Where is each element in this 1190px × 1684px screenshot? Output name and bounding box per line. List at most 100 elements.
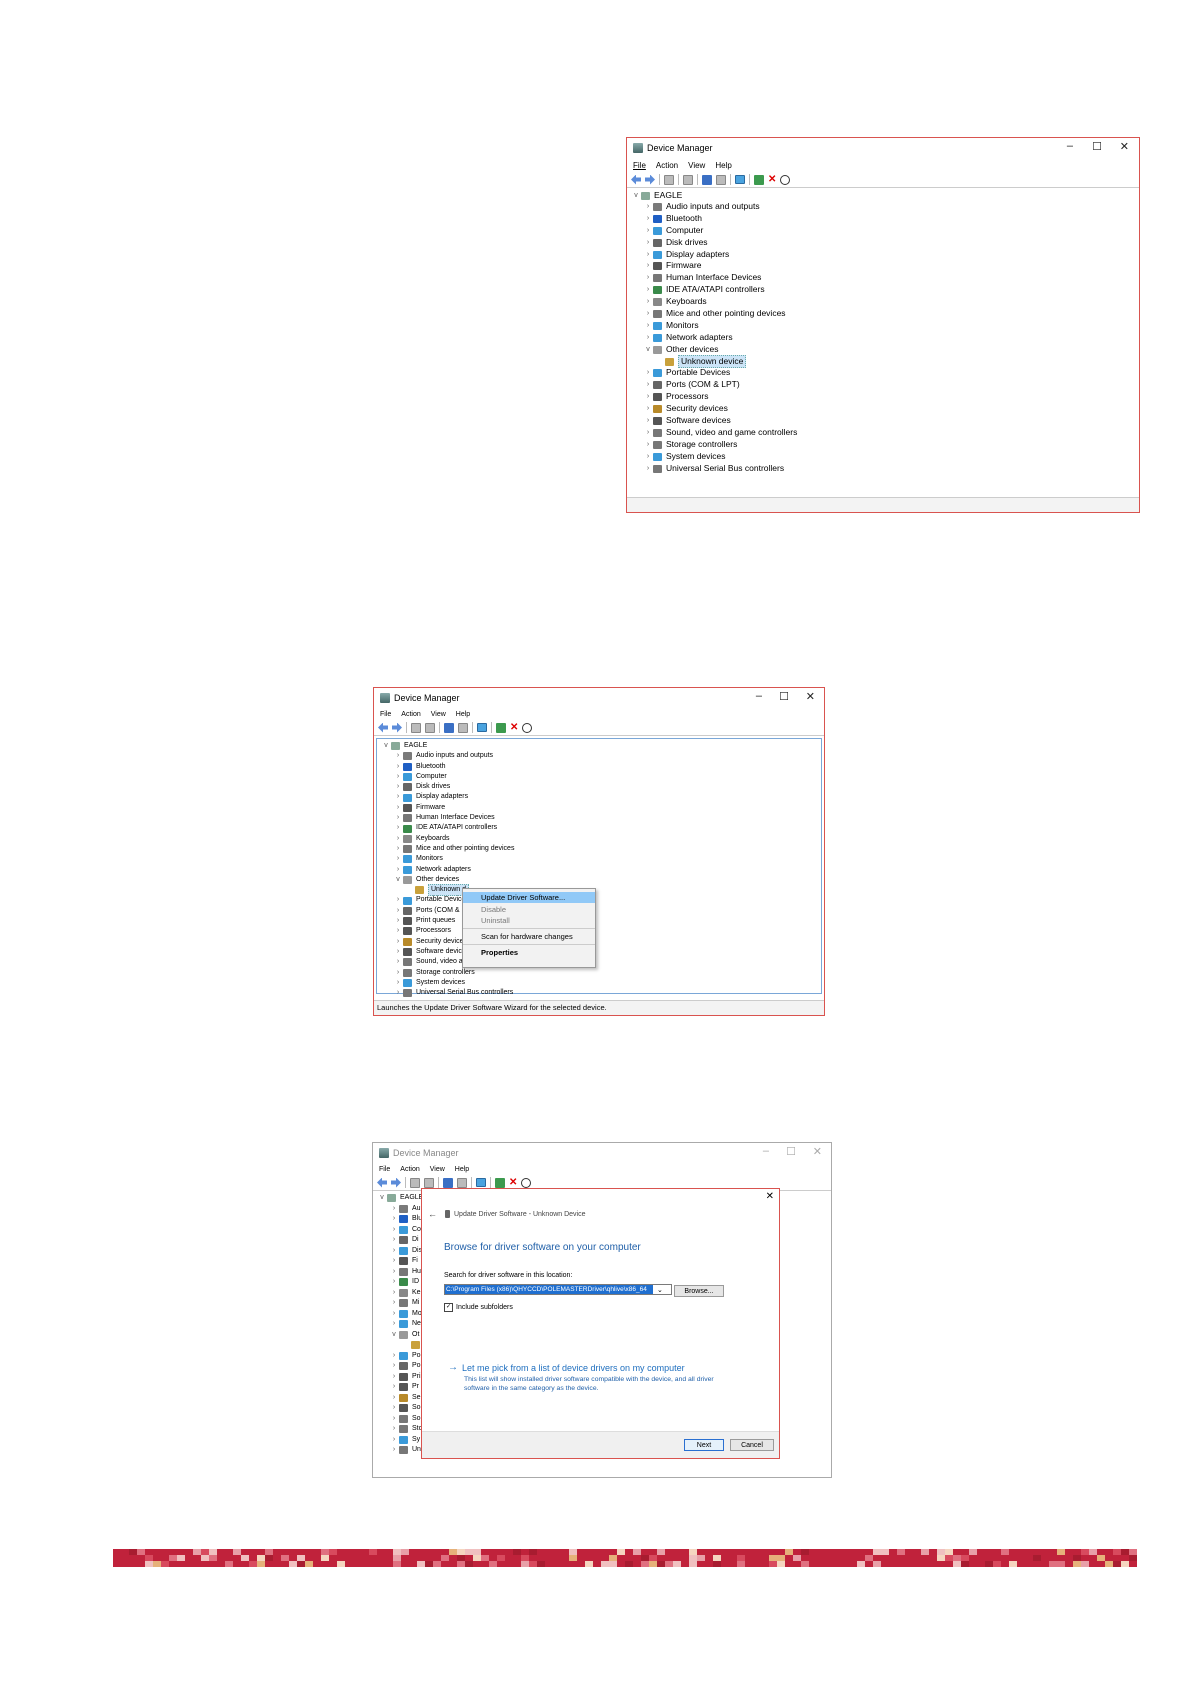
uninstall-icon[interactable]: ✕ [510, 722, 518, 733]
show-hide-console-tree-icon[interactable] [664, 174, 674, 185]
tree-category-item[interactable]: › Print queues [381, 916, 821, 926]
close-icon[interactable]: ✕ [813, 1145, 822, 1158]
tree-category-item[interactable]: › Audio inputs and outputs [381, 751, 821, 761]
tree-root[interactable]: v EAGLE [381, 741, 821, 751]
back-icon[interactable] [631, 174, 641, 185]
tree-category-item[interactable]: › Sound, video a [381, 957, 821, 967]
tree-category-item[interactable]: › Processors [381, 926, 821, 936]
tree-category-item[interactable]: › Monitors [631, 320, 1139, 332]
menu-action[interactable]: Action [656, 161, 678, 170]
chevron-right-icon[interactable]: › [389, 1382, 399, 1393]
chevron-right-icon[interactable]: › [643, 332, 653, 344]
include-subfolders-checkbox[interactable]: ✓ [444, 1303, 453, 1312]
chevron-right-icon[interactable]: › [389, 1235, 399, 1246]
chevron-right-icon[interactable]: › [393, 792, 403, 802]
chevron-right-icon[interactable]: › [643, 272, 653, 284]
menu-view[interactable]: View [430, 1166, 445, 1173]
tree-category-item[interactable]: › Security devices [631, 403, 1139, 415]
scan-hardware-icon[interactable] [476, 1178, 486, 1187]
menu-file[interactable]: File [379, 1166, 390, 1173]
chevron-right-icon[interactable]: › [393, 895, 403, 905]
minimize-icon[interactable]: – [763, 1145, 769, 1157]
uninstall-icon[interactable]: ✕ [509, 1177, 517, 1188]
chevron-right-icon[interactable]: › [643, 225, 653, 237]
menu-item-uninstall[interactable]: Uninstall [463, 915, 595, 926]
tree-category-item[interactable]: › Computer [381, 772, 821, 782]
chevron-right-icon[interactable]: › [643, 249, 653, 261]
chevron-right-icon[interactable]: › [643, 260, 653, 272]
tree-category-item[interactable]: › Software devic [381, 947, 821, 957]
tree-category-item[interactable]: › Display adapters [631, 249, 1139, 261]
tree-category-item[interactable]: › Monitors [381, 854, 821, 864]
chevron-right-icon[interactable]: › [389, 1277, 399, 1288]
chevron-right-icon[interactable]: › [393, 865, 403, 875]
tree-category-item[interactable]: › Universal Serial Bus controllers [381, 988, 821, 998]
chevron-right-icon[interactable]: › [643, 237, 653, 249]
forward-icon[interactable] [392, 723, 402, 733]
chevron-right-icon[interactable]: › [393, 968, 403, 978]
help-icon[interactable] [443, 1177, 453, 1188]
tree-category-item[interactable]: › Software devices [631, 415, 1139, 427]
show-hide-console-tree-icon[interactable] [410, 1177, 420, 1188]
chevron-right-icon[interactable]: › [393, 947, 403, 957]
tree-category-item[interactable]: › Security device [381, 937, 821, 947]
chevron-right-icon[interactable]: › [393, 926, 403, 936]
pick-from-list-link[interactable]: → Let me pick from a list of device driv… [448, 1362, 685, 1373]
path-combobox[interactable]: C:\Program Files (x86)\QHYCCD\POLEMASTER… [444, 1284, 672, 1295]
chevron-right-icon[interactable]: › [643, 391, 653, 403]
chevron-right-icon[interactable]: › [393, 854, 403, 864]
chevron-down-icon[interactable]: ⌄ [657, 1286, 663, 1294]
menu-item-update-driver[interactable]: Update Driver Software... [463, 892, 595, 903]
chevron-right-icon[interactable]: › [643, 379, 653, 391]
tree-category-item[interactable]: › Ports (COM & [381, 906, 821, 916]
download-icon[interactable] [780, 174, 791, 185]
chevron-right-icon[interactable]: › [393, 772, 403, 782]
close-icon[interactable]: ✕ [806, 690, 815, 703]
scan-hardware-icon[interactable] [735, 175, 745, 184]
uninstall-icon[interactable]: ✕ [768, 174, 776, 185]
help-icon[interactable] [444, 722, 454, 733]
menu-file[interactable]: File [380, 711, 391, 718]
tree-category-item[interactable]: › Disk drives [631, 237, 1139, 249]
chevron-right-icon[interactable]: › [389, 1309, 399, 1320]
tree-category-item[interactable]: › Disk drives [381, 782, 821, 792]
tree-category-item[interactable]: › Bluetooth [631, 213, 1139, 225]
chevron-right-icon[interactable]: › [643, 320, 653, 332]
tree-category-item[interactable]: › System devices [631, 451, 1139, 463]
chevron-down-icon[interactable]: v [377, 1193, 387, 1204]
chevron-right-icon[interactable]: › [393, 978, 403, 988]
properties-icon[interactable] [425, 722, 435, 733]
tree-category-item[interactable]: › Portable Devices [631, 367, 1139, 379]
chevron-right-icon[interactable]: › [393, 957, 403, 967]
menu-help[interactable]: Help [715, 161, 731, 170]
tree-category-item[interactable]: › Storage controllers [381, 968, 821, 978]
properties-icon[interactable] [683, 174, 693, 185]
forward-icon[interactable] [391, 1178, 401, 1188]
tree-category-item[interactable]: › Mice and other pointing devices [381, 844, 821, 854]
tree-category-item[interactable]: › Human Interface Devices [381, 813, 821, 823]
chevron-right-icon[interactable]: › [389, 1214, 399, 1225]
chevron-right-icon[interactable]: › [389, 1372, 399, 1383]
chevron-right-icon[interactable]: › [643, 415, 653, 427]
cancel-button[interactable]: Cancel [730, 1439, 774, 1451]
back-icon[interactable] [377, 1177, 387, 1188]
tree-category-item[interactable]: › Network adapters [631, 332, 1139, 344]
chevron-right-icon[interactable]: › [389, 1414, 399, 1425]
next-button[interactable]: Next [684, 1439, 724, 1451]
chevron-right-icon[interactable]: › [643, 427, 653, 439]
chevron-right-icon[interactable]: › [389, 1246, 399, 1257]
chevron-right-icon[interactable]: › [643, 403, 653, 415]
chevron-right-icon[interactable]: › [643, 296, 653, 308]
chevron-down-icon[interactable]: v [389, 1330, 399, 1341]
chevron-right-icon[interactable]: › [643, 308, 653, 320]
maximize-icon[interactable]: ☐ [786, 1145, 796, 1158]
tree-category-item[interactable]: › IDE ATA/ATAPI controllers [381, 823, 821, 833]
menu-file[interactable]: File [633, 161, 646, 170]
menu-item-disable[interactable]: Disable [463, 904, 595, 915]
tree-category-item[interactable]: › Mice and other pointing devices [631, 308, 1139, 320]
tree-category-item[interactable]: › Human Interface Devices [631, 272, 1139, 284]
close-icon[interactable]: ✕ [766, 1191, 774, 1202]
tree-category-item[interactable]: › Portable Device [381, 895, 821, 905]
tree-child-item[interactable]: Unknown device [631, 354, 1139, 369]
chevron-right-icon[interactable]: › [389, 1403, 399, 1414]
